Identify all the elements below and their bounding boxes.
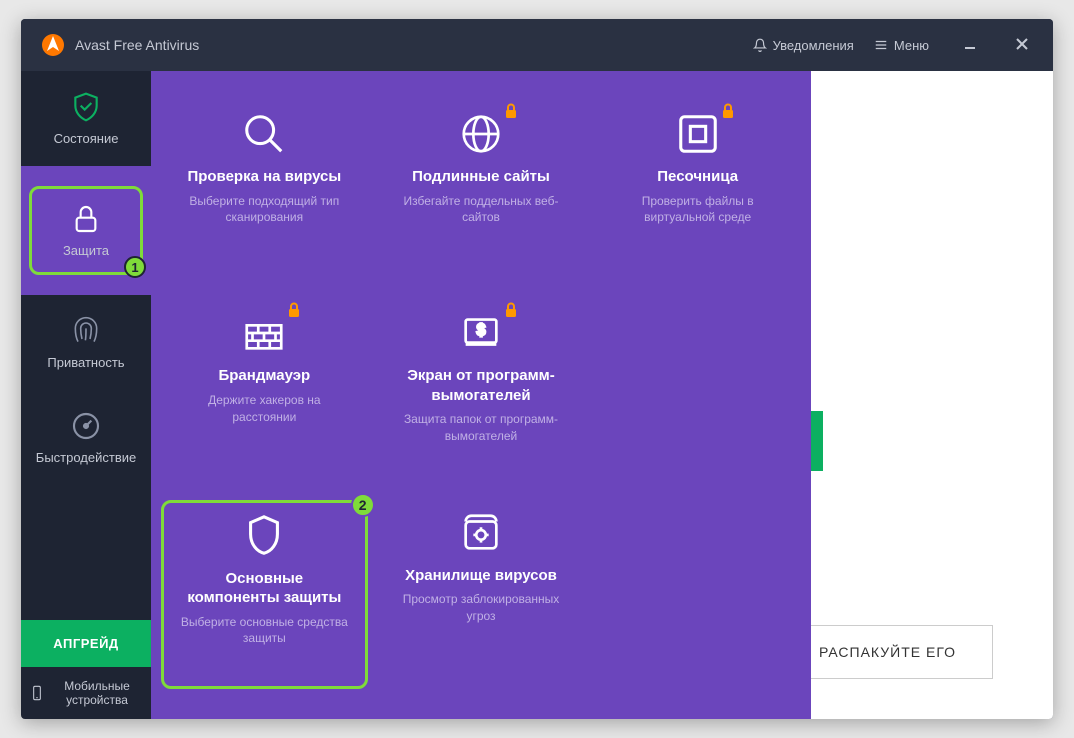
- app-body: РАСПАКУЙТЕ ЕГО Состояние Защита 1 Приват…: [21, 71, 1053, 719]
- tile-virus-scan[interactable]: Проверка на вирусы Выберите подходящий т…: [161, 101, 368, 290]
- mobile-icon: [29, 685, 45, 701]
- firewall-icon: [241, 310, 287, 356]
- sidebar: Состояние Защита 1 Приватность Быстродей…: [21, 71, 151, 719]
- sandbox-icon: [675, 111, 721, 157]
- minimize-icon: [963, 37, 977, 51]
- speedometer-icon: [70, 410, 102, 442]
- tile-virus-chest[interactable]: Хранилище вирусов Просмотр заблокированн…: [378, 500, 585, 689]
- premium-lock-icon: [504, 302, 518, 318]
- magnifier-icon: [241, 111, 287, 157]
- tile-core-shields[interactable]: 2 Основные компоненты защиты Выберите ос…: [161, 500, 368, 689]
- tile-sandbox[interactable]: Песочница Проверить файлы в виртуальной …: [594, 101, 801, 290]
- close-icon: [1015, 37, 1029, 51]
- bell-icon: [753, 38, 767, 52]
- annotation-badge-2: 2: [351, 493, 375, 517]
- avast-logo-icon: [41, 33, 65, 57]
- mobile-devices-button[interactable]: Мобильные устройства: [21, 667, 151, 719]
- virus-chest-icon: [458, 510, 504, 556]
- svg-text:$: $: [477, 322, 486, 339]
- sidebar-footer: АПГРЕЙД Мобильные устройства: [21, 620, 151, 719]
- minimize-button[interactable]: [959, 33, 981, 58]
- shield-check-icon: [70, 91, 102, 123]
- unpack-button[interactable]: РАСПАКУЙТЕ ЕГО: [782, 625, 993, 679]
- app-title: Avast Free Antivirus: [75, 37, 733, 53]
- premium-lock-icon: [287, 302, 301, 318]
- highlight-1: Защита 1: [29, 186, 143, 275]
- tile-real-site[interactable]: Подлинные сайты Избегайте поддельных веб…: [378, 101, 585, 290]
- upgrade-button[interactable]: АПГРЕЙД: [21, 620, 151, 667]
- tile-ransomware-shield[interactable]: $ Экран от программ-вымогателей Защита п…: [378, 300, 585, 489]
- premium-lock-icon: [721, 103, 735, 119]
- menu-button[interactable]: Меню: [874, 38, 929, 53]
- globe-icon: [458, 111, 504, 157]
- notifications-button[interactable]: Уведомления: [753, 38, 854, 53]
- shield-icon: [241, 513, 287, 559]
- titlebar: Avast Free Antivirus Уведомления Меню: [21, 19, 1053, 71]
- ransomware-icon: $: [458, 310, 504, 356]
- protection-panel: Проверка на вирусы Выберите подходящий т…: [151, 71, 811, 719]
- sidebar-item-privacy[interactable]: Приватность: [21, 295, 151, 390]
- close-button[interactable]: [1011, 33, 1033, 58]
- hamburger-icon: [874, 38, 888, 52]
- fingerprint-icon: [70, 315, 102, 347]
- app-window: Avast Free Antivirus Уведомления Меню РА…: [21, 19, 1053, 719]
- sidebar-item-performance[interactable]: Быстродействие: [21, 390, 151, 485]
- tile-firewall[interactable]: Брандмауэр Держите хакеров на расстоянии: [161, 300, 368, 489]
- sidebar-item-protection[interactable]: Защита 1: [21, 166, 151, 295]
- sidebar-item-status[interactable]: Состояние: [21, 71, 151, 166]
- lock-icon: [70, 203, 102, 235]
- premium-lock-icon: [504, 103, 518, 119]
- annotation-badge-1: 1: [124, 256, 146, 278]
